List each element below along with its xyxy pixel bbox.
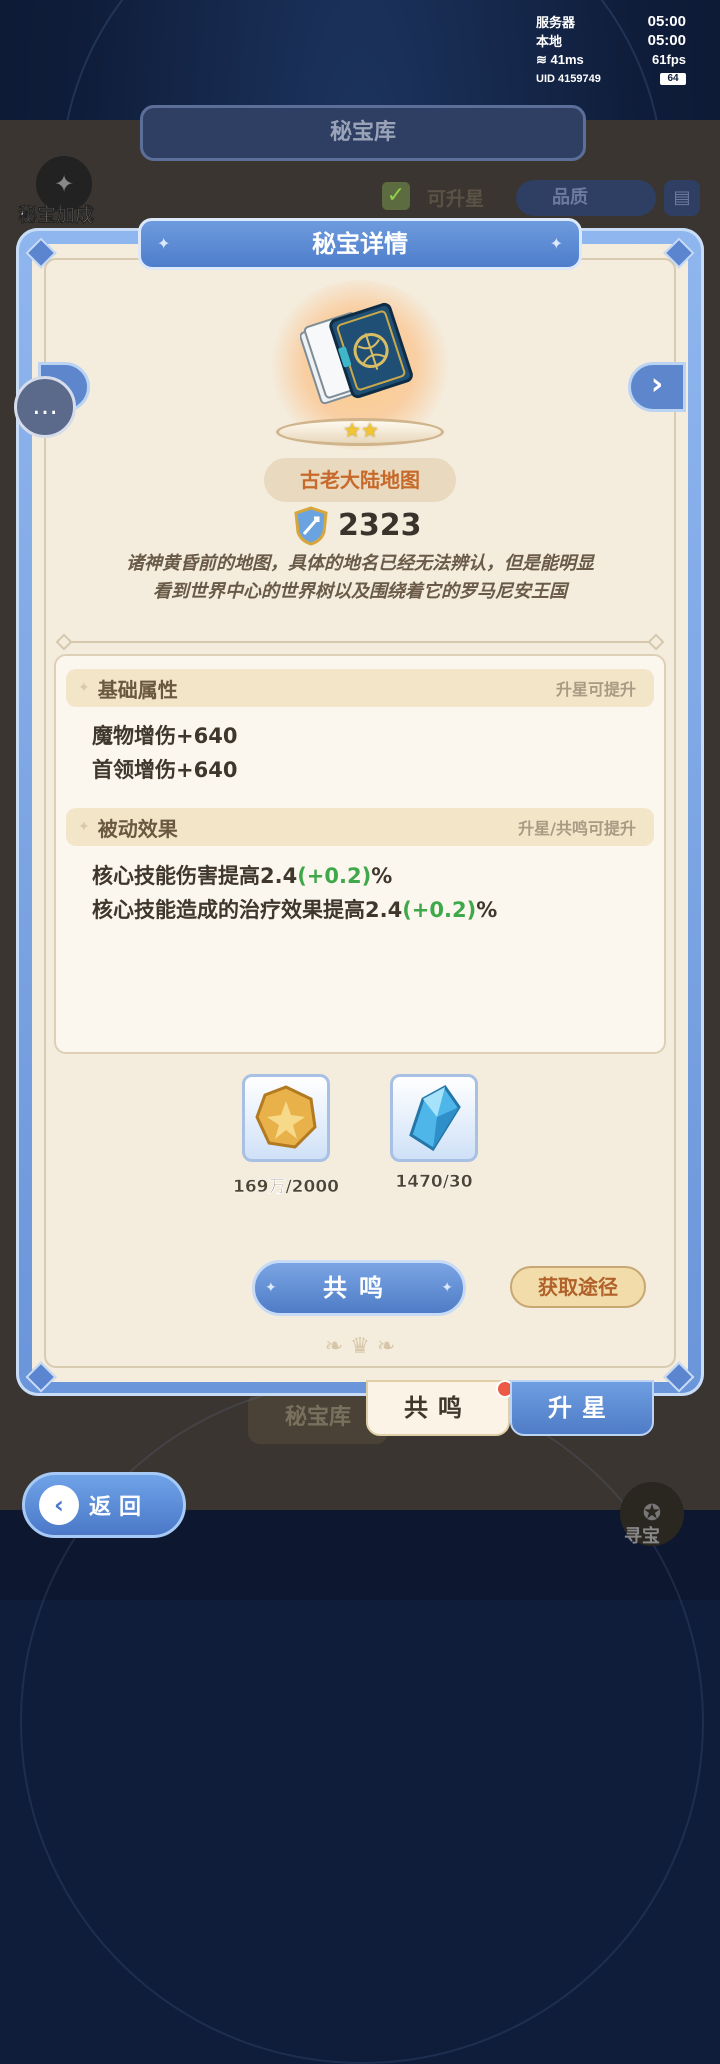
attribute-line: 首领增伤+640 bbox=[92, 758, 238, 782]
sparkle-icon: ✦ bbox=[157, 234, 171, 253]
description-line: 诸神黄昏前的地图，具体的地名已经无法辨认，但是能明显 bbox=[126, 553, 594, 574]
battery-icon: 64 bbox=[660, 72, 686, 85]
quality-sort-label: 品质 bbox=[552, 187, 588, 208]
passive-effect-suffix: % bbox=[476, 898, 498, 922]
back-button[interactable]: ‹ 返回 bbox=[22, 1472, 186, 1538]
wifi-icon: ≋ bbox=[536, 51, 547, 67]
divider bbox=[64, 641, 656, 643]
passive-effects-title: 被动效果 bbox=[97, 816, 178, 841]
passive-effects-hint: 升星/共鸣可提升 bbox=[518, 819, 636, 838]
passive-effect-bonus: (+0.2) bbox=[297, 864, 372, 888]
uid-value: 4159749 bbox=[558, 72, 601, 85]
back-label: 返回 bbox=[89, 1495, 150, 1520]
next-item-button[interactable]: › bbox=[628, 362, 686, 412]
uid: UID 4159749 bbox=[536, 73, 601, 85]
power-shield-icon bbox=[294, 506, 328, 546]
chevron-right-icon: › bbox=[650, 367, 664, 402]
material-slot-blue-crystal[interactable] bbox=[390, 1074, 478, 1162]
material-slot-gold-coin[interactable] bbox=[242, 1074, 330, 1162]
sparkle-icon: ✦ bbox=[441, 1280, 453, 1296]
passive-effect-suffix: % bbox=[371, 864, 393, 888]
resonate-button[interactable]: ✦ 共鸣 ✦ bbox=[252, 1260, 466, 1316]
sparkle-icon: ✦ bbox=[265, 1280, 277, 1296]
quality-sort-button[interactable]: 品质 bbox=[516, 180, 656, 216]
book-icon[interactable]: ▤ bbox=[664, 180, 700, 216]
power-value: 2323 bbox=[338, 508, 422, 543]
passive-effect-text: 核心技能造成的治疗效果提高2.4 bbox=[92, 898, 403, 922]
attribute-line: 魔物增伤+640 bbox=[92, 724, 238, 748]
chat-button[interactable]: … bbox=[14, 376, 76, 438]
star-rating: ★★ bbox=[343, 418, 379, 442]
back-arrow-icon: ‹ bbox=[39, 1485, 79, 1525]
basic-attributes-title: 基础属性 bbox=[97, 677, 178, 702]
item-name: 古老大陆地图 bbox=[264, 458, 456, 502]
resonate-button-label: 共鸣 bbox=[323, 1274, 395, 1302]
tab-resonate[interactable]: 共鸣 bbox=[366, 1380, 510, 1436]
local-label: 本地 bbox=[536, 34, 563, 49]
material-count: 169万/2000 bbox=[232, 1177, 339, 1197]
obtain-source-button[interactable]: 获取途径 bbox=[510, 1266, 646, 1308]
upgradable-label: 可升星 bbox=[427, 188, 485, 210]
server-label: 服务器 bbox=[536, 15, 576, 30]
gold-coin-icon bbox=[255, 1085, 317, 1149]
fps: 61fps bbox=[652, 52, 686, 67]
bottom-ornament-icon: ❧ ♛ ❧ bbox=[324, 1334, 396, 1359]
sparkle-icon: ✦ bbox=[78, 819, 90, 835]
status-overlay: 服务器 05:00 本地 05:00 ≋ 41ms 61fps UID 4159749… bbox=[536, 12, 686, 88]
modal-title-bar: ✦ 秘宝详情 ✦ bbox=[138, 218, 582, 270]
ping: ≋ 41ms bbox=[536, 52, 584, 68]
passive-effect-line: 核心技能造成的治疗效果提高2.4(+0.2)% bbox=[92, 894, 497, 926]
attribute-panel bbox=[54, 654, 666, 1054]
chat-bubble-icon: … bbox=[32, 391, 58, 421]
vault-title: 秘宝库 bbox=[140, 105, 586, 161]
description-line: 看到世界中心的世界树以及围绕着它的罗马尼安王国 bbox=[153, 581, 567, 602]
server-time: 05:00 bbox=[647, 13, 686, 30]
sparkle-icon: ✦ bbox=[549, 234, 563, 253]
material-count: 1470/30 bbox=[395, 1172, 473, 1192]
passive-effect-text: 核心技能伤害提高2.4 bbox=[92, 864, 298, 888]
blue-crystal-icon bbox=[409, 1085, 461, 1152]
upgradable-checkbox[interactable]: ✓ bbox=[382, 182, 410, 210]
tab-upgrade-star[interactable]: 升星 bbox=[510, 1380, 654, 1436]
treasure-hunt-label: 寻宝 bbox=[624, 1526, 660, 1547]
local-time: 05:00 bbox=[647, 32, 686, 49]
passive-effect-bonus: (+0.2) bbox=[402, 898, 477, 922]
basic-attributes-hint: 升星可提升 bbox=[555, 680, 636, 699]
uid-label: UID bbox=[536, 72, 555, 85]
sparkle-icon: ✦ bbox=[78, 680, 90, 696]
basic-attributes-header: ✦ 基础属性 升星可提升 bbox=[66, 669, 654, 707]
passive-effect-line: 核心技能伤害提高2.4(+0.2)% bbox=[92, 860, 392, 892]
passive-effects-header: ✦ 被动效果 升星/共鸣可提升 bbox=[66, 808, 654, 846]
ancient-map-book-icon bbox=[300, 302, 413, 405]
modal-title: 秘宝详情 bbox=[312, 230, 408, 258]
item-description: 诸神黄昏前的地图，具体的地名已经无法辨认，但是能明显 看到世界中心的世界树以及围… bbox=[76, 550, 644, 606]
bonus-label[interactable]: 秘宝加成 bbox=[18, 200, 95, 227]
ping-value: 41ms bbox=[550, 51, 584, 67]
